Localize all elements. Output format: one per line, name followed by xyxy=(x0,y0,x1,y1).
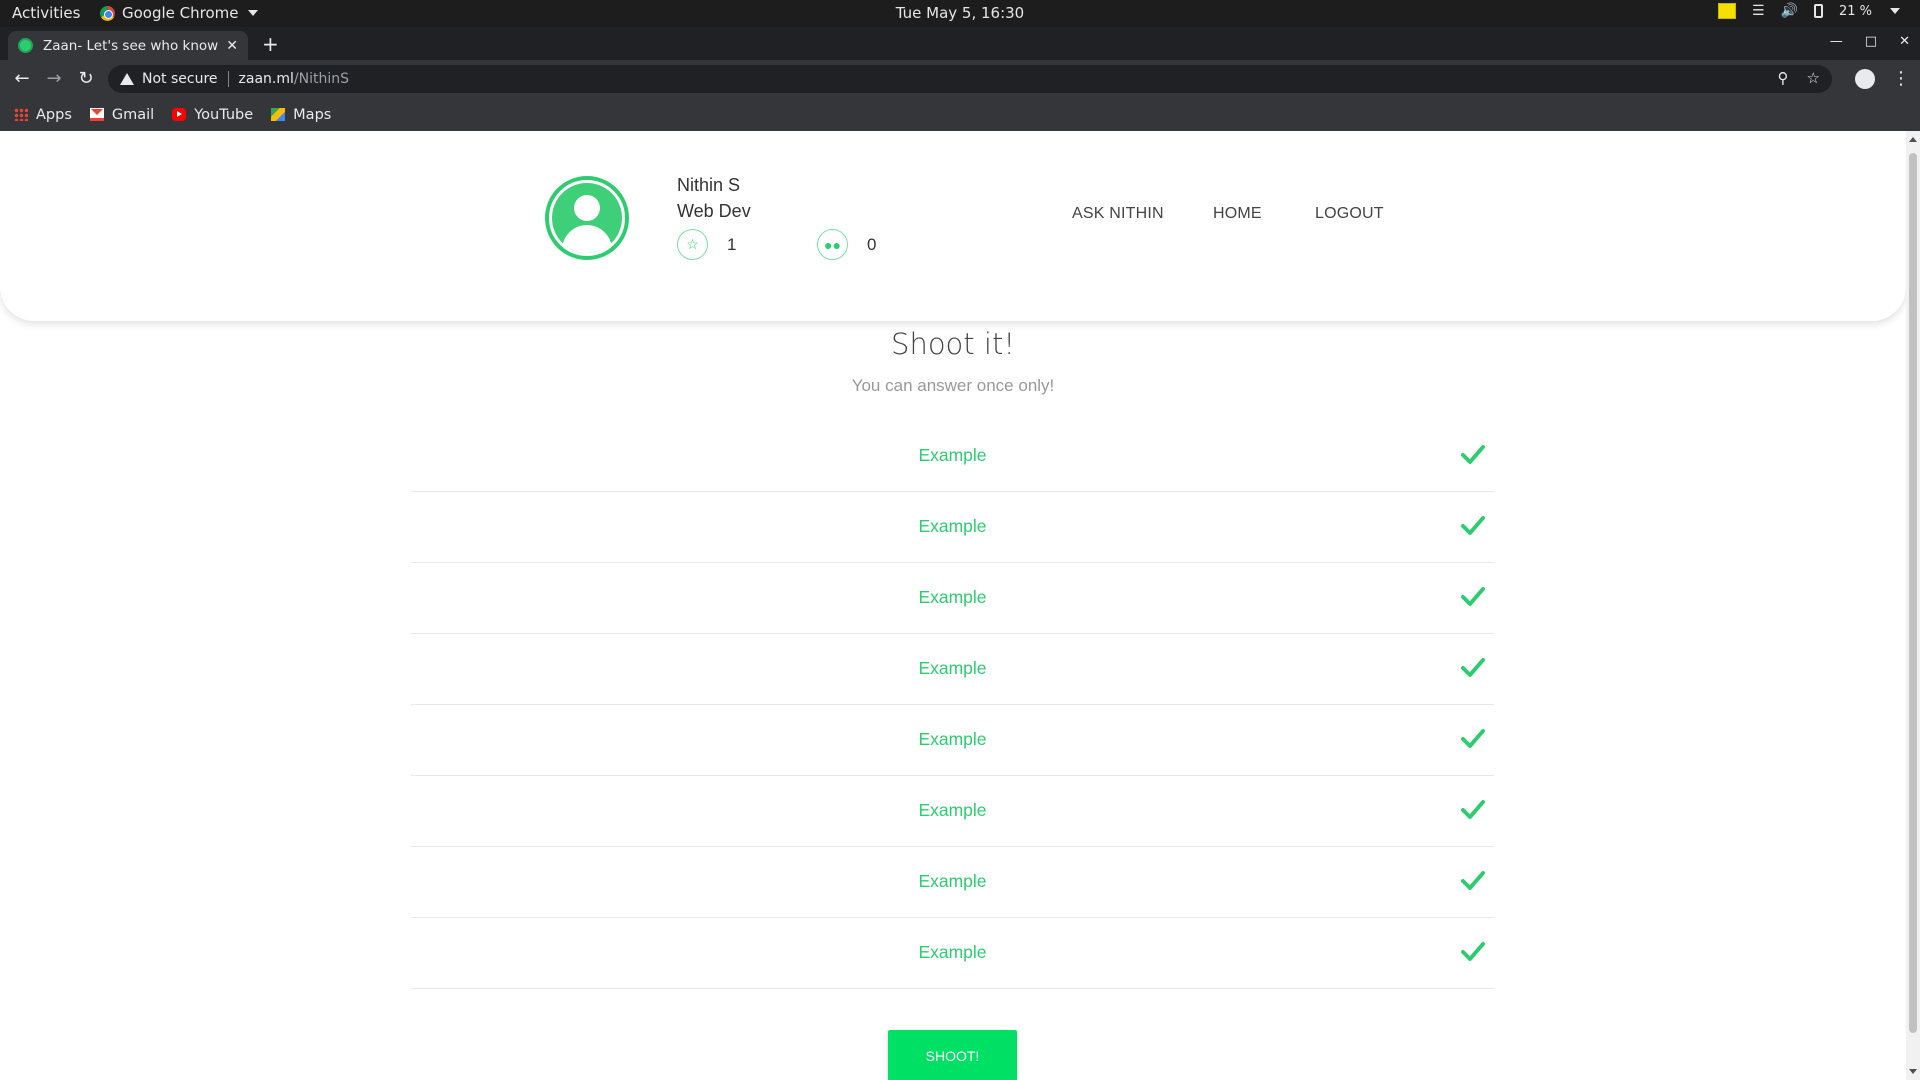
apps-grid-icon xyxy=(14,108,28,121)
site-favicon-icon xyxy=(18,38,33,53)
nav-home-link[interactable]: HOME xyxy=(1213,205,1262,223)
user-avatar-icon xyxy=(552,183,622,253)
web-page: Nithin S Web Dev ☆ 1 ●● 0 ASK NITHIN HOM… xyxy=(0,131,1906,1080)
browser-menu-icon[interactable]: ⋮ xyxy=(1892,68,1910,89)
url-path: /NithinS xyxy=(293,71,349,87)
gmail-icon xyxy=(89,108,104,121)
check-icon[interactable] xyxy=(1461,584,1485,608)
system-tray[interactable]: ☰ 🔊 21 % xyxy=(1717,3,1900,19)
users-icon: ●● xyxy=(817,229,848,260)
answer-option[interactable]: Example xyxy=(411,492,1494,563)
bookmark-label: Apps xyxy=(36,106,72,123)
warning-icon xyxy=(120,73,134,85)
wifi-icon: ☰ xyxy=(1751,3,1765,19)
volume-icon: 🔊 xyxy=(1780,3,1798,19)
scroll-down-icon[interactable] xyxy=(1909,1069,1917,1074)
answer-option[interactable]: Example xyxy=(411,918,1494,989)
chevron-down-icon xyxy=(247,10,258,16)
option-label: Example xyxy=(918,658,987,678)
tab-title: Zaan- Let's see who know xyxy=(43,37,219,54)
check-icon[interactable] xyxy=(1461,442,1485,466)
tab-strip: Zaan- Let's see who know ✕ + — □ ✕ xyxy=(0,27,1920,60)
close-tab-icon[interactable]: ✕ xyxy=(226,38,238,54)
minimize-icon[interactable]: — xyxy=(1830,34,1843,49)
quiz-subtitle: You can answer once only! xyxy=(851,376,1055,395)
option-label: Example xyxy=(918,871,987,891)
followers-count: 0 xyxy=(867,234,877,254)
followers-stat: ●● 0 xyxy=(817,229,876,260)
profile-role: Web Dev xyxy=(677,201,751,221)
nav-logout-link[interactable]: LOGOUT xyxy=(1315,205,1384,223)
battery-icon xyxy=(1813,4,1823,18)
app-menu-label: Google Chrome xyxy=(122,4,239,22)
reload-icon[interactable]: ↻ xyxy=(75,68,97,90)
back-arrow-icon[interactable]: ← xyxy=(11,68,33,90)
option-label: Example xyxy=(918,800,987,820)
bookmark-label: YouTube xyxy=(194,106,254,123)
chevron-down-icon xyxy=(1890,8,1900,14)
profile-header: Nithin S Web Dev ☆ 1 ●● 0 ASK NITHIN HOM… xyxy=(0,131,1906,321)
activities-button[interactable]: Activities xyxy=(12,4,80,22)
bookmark-label: Maps xyxy=(293,106,332,123)
bookmark-gmail[interactable]: Gmail xyxy=(89,106,155,123)
security-label[interactable]: Not secure xyxy=(142,71,218,87)
answer-option[interactable]: Example xyxy=(411,776,1494,847)
option-label: Example xyxy=(918,729,987,749)
browser-tab[interactable]: Zaan- Let's see who know ✕ xyxy=(8,31,248,60)
youtube-icon xyxy=(172,108,187,121)
option-label: Example xyxy=(918,942,987,962)
scrollbar-thumb[interactable] xyxy=(1909,153,1917,1033)
nav-ask-link[interactable]: ASK NITHIN xyxy=(1072,205,1164,223)
chrome-icon xyxy=(100,5,115,21)
scroll-up-icon[interactable] xyxy=(1909,137,1917,142)
answer-option[interactable]: Example xyxy=(411,421,1494,492)
stars-stat: ☆ 1 xyxy=(677,229,736,260)
star-icon: ☆ xyxy=(677,229,708,260)
check-icon[interactable] xyxy=(1461,868,1485,892)
check-icon[interactable] xyxy=(1461,726,1485,750)
forward-arrow-icon[interactable]: → xyxy=(43,68,65,90)
answer-option[interactable]: Example xyxy=(411,847,1494,918)
app-menu[interactable]: Google Chrome xyxy=(100,4,258,22)
maps-icon xyxy=(271,108,286,121)
divider xyxy=(227,71,229,87)
close-window-icon[interactable]: ✕ xyxy=(1899,34,1910,49)
check-icon[interactable] xyxy=(1461,939,1485,963)
answer-option[interactable]: Example xyxy=(411,563,1494,634)
option-label: Example xyxy=(918,516,987,536)
page-scrollbar[interactable] xyxy=(1906,131,1920,1080)
check-icon[interactable] xyxy=(1461,797,1485,821)
zoom-icon[interactable]: ⚲ xyxy=(1778,69,1789,87)
battery-level: 21 % xyxy=(1838,3,1872,19)
option-label: Example xyxy=(918,587,987,607)
stars-count: 1 xyxy=(727,234,737,254)
check-icon[interactable] xyxy=(1461,513,1485,537)
answer-options: Example Example Example Example Example … xyxy=(411,421,1494,989)
profile-name: Nithin S xyxy=(677,175,741,195)
bookmarks-bar: Apps Gmail YouTube Maps xyxy=(0,98,1920,131)
address-bar[interactable]: Not secure zaan.ml/NithinS ⚲ ☆ xyxy=(108,65,1832,93)
bookmark-maps[interactable]: Maps xyxy=(271,107,331,123)
check-icon[interactable] xyxy=(1461,655,1485,679)
new-tab-button[interactable]: + xyxy=(262,34,279,54)
option-label: Example xyxy=(918,445,987,465)
notes-icon[interactable] xyxy=(1717,3,1736,19)
bookmark-label: Gmail xyxy=(111,106,155,123)
avatar xyxy=(545,176,629,260)
profile-avatar-icon[interactable] xyxy=(1855,69,1875,89)
browser-toolbar: ← → ↻ Not secure zaan.ml/NithinS ⚲ ☆ ⋮ xyxy=(0,60,1920,98)
quiz-title: Shoot it! xyxy=(891,327,1015,361)
shoot-button[interactable]: SHOOT! xyxy=(888,1030,1017,1080)
omnibox-actions: ⚲ ☆ xyxy=(1778,69,1820,87)
bookmark-youtube[interactable]: YouTube xyxy=(172,107,253,123)
system-clock[interactable]: Tue May 5, 16:30 xyxy=(0,4,1920,22)
answer-option[interactable]: Example xyxy=(411,705,1494,776)
system-top-bar: Activities Google Chrome Tue May 5, 16:3… xyxy=(0,0,1920,27)
maximize-icon[interactable]: □ xyxy=(1865,34,1877,49)
window-controls: — □ ✕ xyxy=(1830,34,1910,49)
bookmark-apps[interactable]: Apps xyxy=(14,107,72,123)
answer-option[interactable]: Example xyxy=(411,634,1494,705)
bookmark-star-icon[interactable]: ☆ xyxy=(1807,69,1820,87)
url-host: zaan.ml xyxy=(238,71,294,87)
